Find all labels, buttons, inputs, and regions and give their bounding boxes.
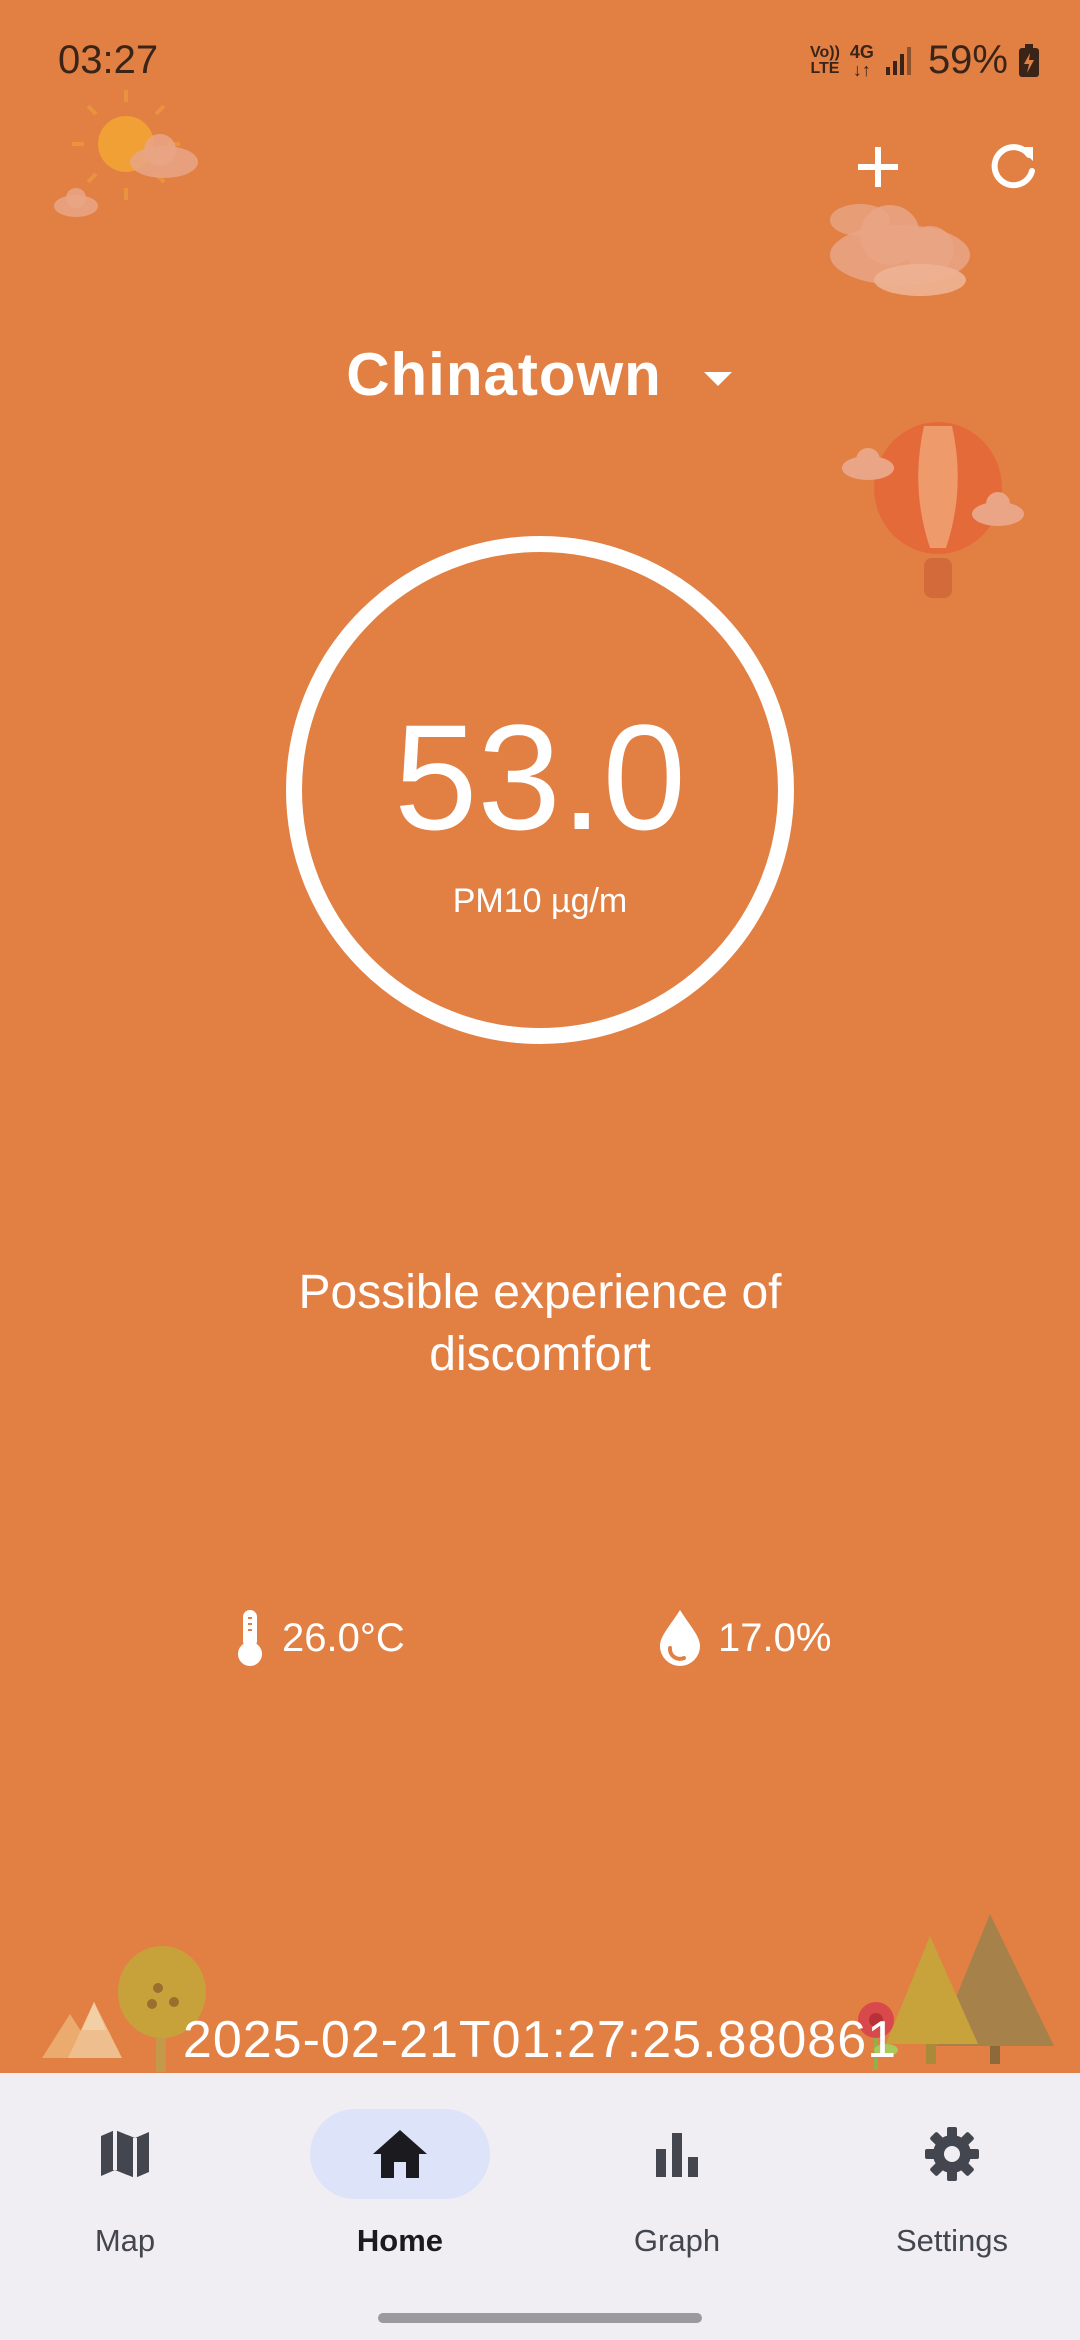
- add-location-button[interactable]: [833, 122, 923, 212]
- caret-down-icon: [703, 371, 732, 386]
- battery-percent: 59%: [927, 38, 1008, 82]
- nav-item-graph[interactable]: Graph: [542, 2109, 812, 2269]
- map-icon: [101, 2130, 149, 2178]
- nav-label-map: Map: [94, 2223, 156, 2258]
- plus-icon: [858, 147, 898, 187]
- bottom-navigation: Map Home Graph Settings: [0, 2073, 1080, 2340]
- pm10-unit: PM10 µg/m: [452, 882, 628, 920]
- volte-indicator: Vo)) LTE: [810, 43, 840, 77]
- nav-item-home[interactable]: Home: [265, 2109, 535, 2269]
- network-indicator: 4G ↓↑: [849, 41, 874, 80]
- last-updated-timestamp: 2025-02-21T01:27:25.880861: [182, 2011, 898, 2069]
- pm10-gauge: 53.0 PM10 µg/m: [286, 536, 794, 1044]
- location-selector[interactable]: Chinatown: [0, 340, 1080, 409]
- humidity-metric: 17.0%: [656, 1608, 831, 1668]
- refresh-icon: [991, 144, 1035, 189]
- thermometer-icon: [238, 1610, 262, 1666]
- humidity-value: 17.0%: [718, 1615, 832, 1660]
- status-time: 03:27: [58, 38, 159, 82]
- temperature-value: 26.0°C: [282, 1615, 405, 1660]
- nav-item-settings[interactable]: Settings: [817, 2109, 1080, 2269]
- gesture-home-indicator[interactable]: [378, 2313, 702, 2323]
- bar-chart-icon: [656, 2133, 698, 2177]
- nav-item-map[interactable]: Map: [0, 2109, 260, 2269]
- gear-icon: [925, 2127, 979, 2181]
- nav-pill-graph: [587, 2109, 767, 2199]
- location-name: Chinatown: [346, 341, 662, 408]
- nav-pill-settings: [862, 2109, 1042, 2199]
- refresh-button[interactable]: [968, 122, 1058, 212]
- pm10-value: 53.0: [394, 693, 686, 861]
- home-icon: [373, 2130, 427, 2178]
- temperature-metric: 26.0°C: [232, 1608, 405, 1668]
- nav-pill-map: [35, 2109, 215, 2199]
- home-screen: 03:27 Vo)) LTE 4G ↓↑ 59% Chinatown 53.0 …: [0, 0, 1080, 2340]
- nav-label-settings: Settings: [895, 2223, 1008, 2258]
- nav-pill-home: [310, 2109, 490, 2199]
- signal-icon: [885, 46, 911, 75]
- sun-cloud-decoration-icon: [54, 90, 198, 217]
- hot-air-balloon-decoration-icon: [842, 422, 1024, 598]
- nav-label-graph: Graph: [633, 2223, 721, 2258]
- water-drop-icon: [660, 1610, 700, 1666]
- network-label: 4G: [849, 41, 874, 62]
- air-quality-message: Possible experience of discomfort: [298, 1266, 782, 1381]
- battery-charging-icon: [1019, 43, 1039, 77]
- nav-label-home: Home: [356, 2223, 444, 2258]
- status-indicators: Vo)) LTE 4G ↓↑ 59%: [810, 38, 1040, 83]
